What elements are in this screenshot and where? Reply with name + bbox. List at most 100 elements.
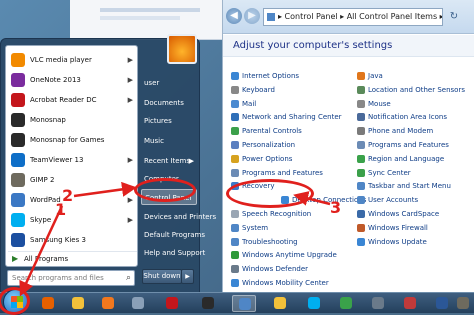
cp-item-label: Speech Recognition (242, 210, 312, 218)
search-input[interactable]: Search programs and files ⌕ (7, 270, 135, 286)
cp-item-icon (357, 99, 365, 108)
start-right-label: user (144, 79, 160, 87)
program-item[interactable]: Acrobat Reader DC ▶ (8, 90, 137, 110)
folder-taskbar-icon[interactable] (268, 295, 292, 312)
program-label: Samsung Kies 3 (30, 236, 86, 244)
cp-item[interactable]: Internet Options (231, 70, 299, 82)
refresh-icon[interactable]: ↻ (446, 8, 462, 26)
cp-item-icon (231, 237, 239, 246)
program-label: Monosnap for Games (30, 136, 105, 144)
control-panel-taskbar-icon[interactable] (232, 295, 256, 312)
start-right-item[interactable]: Pictures (141, 113, 197, 129)
back-button[interactable]: ◀ (226, 8, 242, 24)
cp-item[interactable]: Programs and Features (357, 139, 449, 151)
cp-item[interactable]: Speech Recognition (231, 208, 311, 220)
cp-item[interactable]: Programs and Features (231, 167, 323, 179)
start-right-item[interactable]: user (141, 75, 197, 91)
cp-item[interactable]: Network and Sharing Center (231, 111, 342, 123)
skype-taskbar-icon[interactable] (302, 295, 326, 312)
program-label: Monosnap (30, 116, 66, 124)
program-item[interactable]: Monosnap (8, 110, 137, 130)
cp-item[interactable]: Taskbar and Start Menu (357, 180, 451, 192)
start-right-item[interactable]: Devices and Printers (141, 209, 216, 225)
program-item[interactable]: Skype ▶ (8, 210, 137, 230)
screenshot-taskbar-icon[interactable] (398, 295, 422, 312)
chrome-taskbar-icon[interactable] (334, 295, 358, 312)
cp-item[interactable]: Windows Firewall (357, 222, 428, 234)
start-right-item[interactable]: Default Programs (141, 227, 205, 243)
cp-item[interactable]: Keyboard (231, 84, 275, 96)
start-right-item[interactable]: Music (141, 133, 197, 149)
monosnap-icon (11, 113, 25, 127)
cp-item[interactable]: Personalization (231, 139, 295, 151)
cp-item-label: Parental Controls (242, 127, 302, 136)
cp-item[interactable]: Phone and Modem (357, 125, 433, 137)
cp-item-icon (231, 210, 239, 218)
cp-item-icon (231, 85, 239, 94)
cp-item[interactable]: Sync Center (357, 167, 411, 179)
settings-taskbar-icon[interactable] (366, 295, 390, 312)
acrobat-taskbar-icon[interactable] (160, 295, 184, 312)
cp-item[interactable]: Parental Controls (231, 125, 302, 137)
acrobat-icon (11, 93, 25, 107)
firefox-taskbar-icon[interactable] (36, 295, 60, 312)
taskbar-glyph-icon (340, 297, 352, 309)
user-picture[interactable] (167, 34, 197, 64)
all-programs-label: All Programs (24, 255, 69, 263)
submenu-arrow-icon: ▶ (127, 196, 133, 204)
forward-button[interactable]: ▶ (244, 8, 260, 24)
submenu-arrow-icon: ▶ (127, 56, 133, 64)
search-icon: ⌕ (125, 273, 131, 283)
cp-item-label: System (242, 223, 269, 232)
program-item[interactable]: VLC media player ▶ (8, 50, 137, 70)
cp-item[interactable]: Notification Area Icons (357, 111, 447, 123)
cp-item-icon (357, 196, 365, 205)
program-item[interactable]: Samsung Kies 3 (8, 230, 137, 250)
shutdown-options-button[interactable]: ▶ (181, 269, 194, 284)
all-programs-button[interactable]: ▶ All Programs (8, 251, 137, 265)
cp-item-icon (231, 127, 239, 136)
taskbar (0, 289, 474, 315)
cp-item-icon (357, 210, 365, 218)
skype-icon (11, 213, 25, 227)
cp-item-label: Sync Center (368, 168, 411, 177)
address-bar[interactable]: ▸ Control Panel ▸ All Control Panel Item… (263, 8, 443, 26)
explorer-taskbar-icon[interactable] (66, 295, 90, 312)
monosnap-taskbar-icon[interactable] (196, 295, 220, 312)
media-player-taskbar-icon[interactable] (96, 295, 120, 312)
word-taskbar-icon[interactable] (430, 295, 454, 312)
cp-item-icon (231, 141, 239, 149)
cp-item-label: Programs and Features (242, 168, 323, 177)
taskbar-glyph-icon (457, 297, 469, 309)
program-item[interactable]: OneNote 2013 ▶ (8, 70, 137, 90)
cp-item[interactable]: Windows Mobility Center (231, 277, 329, 289)
start-right-item[interactable]: Help and Support (141, 245, 205, 261)
cp-item[interactable]: Region and Language (357, 153, 444, 165)
taskbar-glyph-icon (166, 297, 178, 309)
cp-item-label: Troubleshooting (242, 237, 298, 246)
cp-item[interactable]: System (231, 222, 268, 234)
address-toolbar: ◀ ▶ ▸ Control Panel ▸ All Control Panel … (223, 0, 474, 34)
start-right-item[interactable]: Recent Items ▶ (141, 153, 197, 169)
cp-item[interactable]: User Accounts (357, 194, 418, 206)
cp-item[interactable]: Mail (231, 98, 256, 110)
start-right-item[interactable]: Documents (141, 95, 197, 111)
cp-item-label: Windows Firewall (368, 223, 428, 232)
cp-item[interactable]: Mouse (357, 98, 391, 110)
cp-item[interactable]: Power Options (231, 153, 292, 165)
cp-item-icon (357, 182, 365, 191)
cp-item[interactable]: Windows CardSpace (357, 208, 439, 220)
cp-item[interactable]: Windows Anytime Upgrade (231, 249, 337, 261)
recorder-taskbar-icon[interactable] (126, 295, 150, 312)
program-item[interactable]: TeamViewer 13 ▶ (8, 150, 137, 170)
cp-item[interactable]: Troubleshooting (231, 236, 298, 248)
cp-item[interactable]: Location and Other Sensors (357, 84, 465, 96)
cp-item[interactable]: Windows Update (357, 236, 427, 248)
program-item[interactable]: Monosnap for Games (8, 130, 137, 150)
cp-item-icon (357, 85, 365, 94)
cp-item[interactable]: Java (357, 70, 383, 82)
shutdown-button[interactable]: Shut down (142, 269, 182, 284)
gimp-taskbar-icon[interactable] (454, 295, 472, 312)
control-panel-header: Adjust your computer's settings (223, 35, 474, 57)
cp-item[interactable]: Windows Defender (231, 263, 308, 275)
